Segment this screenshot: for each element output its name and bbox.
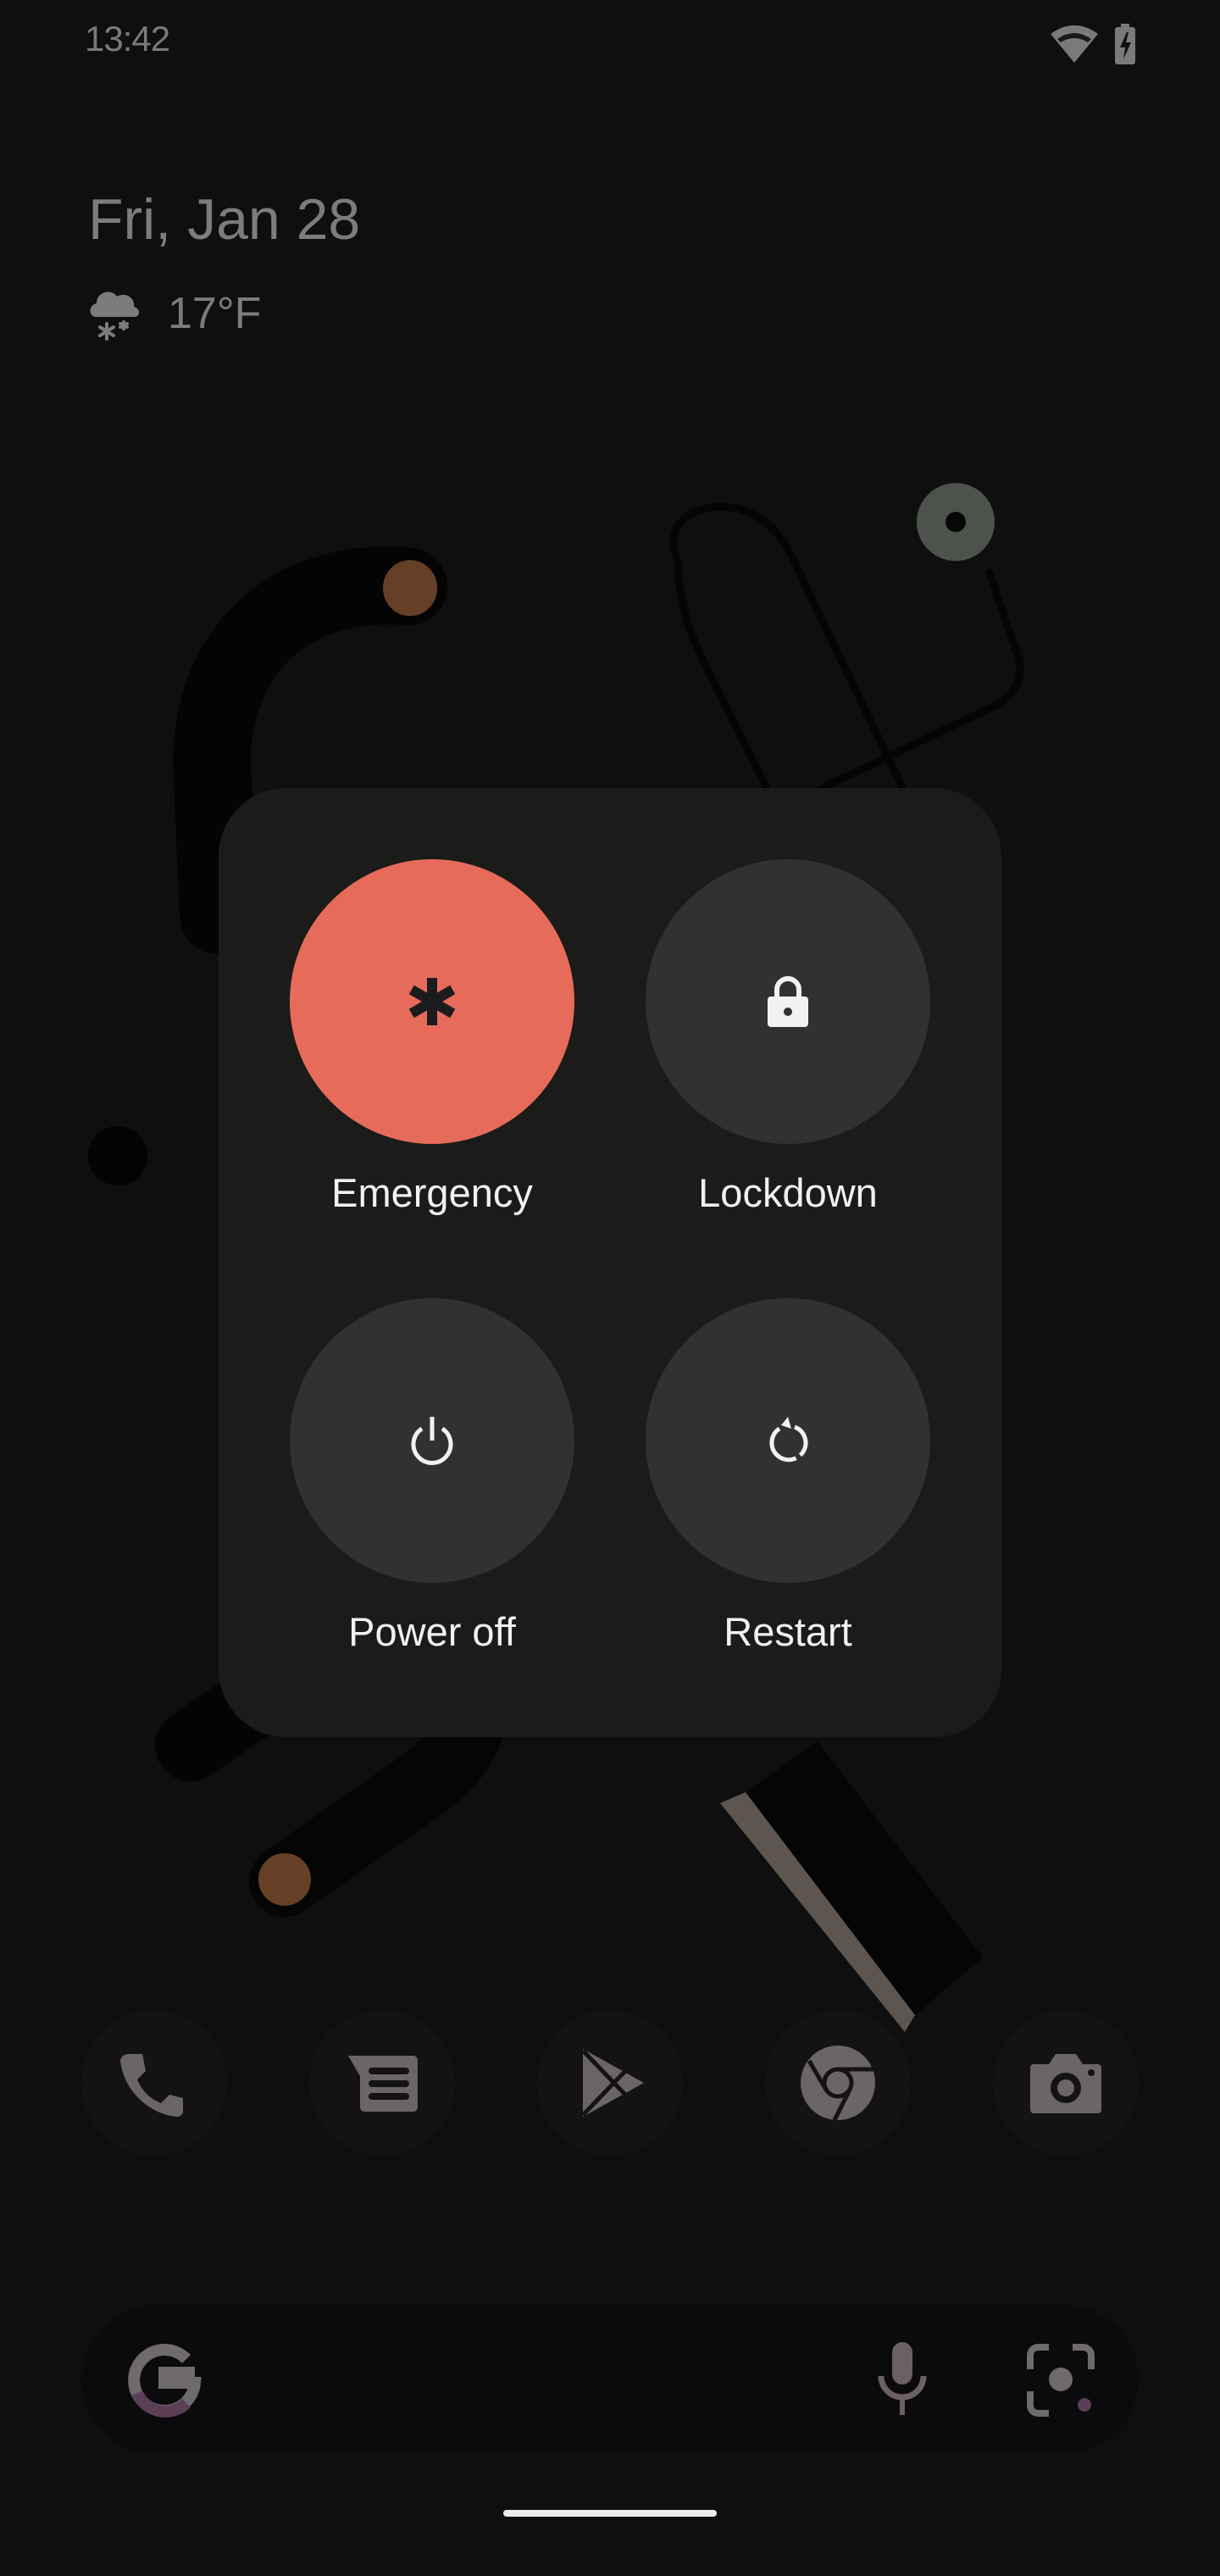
dock-app-messages[interactable]: [309, 2010, 455, 2156]
status-time: 13:42: [85, 19, 170, 58]
emergency-label: Emergency: [331, 1170, 533, 1215]
status-icons: [1047, 22, 1149, 66]
restart-icon: [769, 1417, 808, 1463]
camera-icon: [1030, 2054, 1101, 2113]
emergency-asterisk-icon: [408, 978, 456, 1025]
google-search-bar[interactable]: [81, 2305, 1139, 2454]
wallpaper-dot-black-round: [88, 1126, 147, 1185]
lock-icon: [768, 976, 808, 1027]
wallpaper-outline-pill: [669, 502, 919, 815]
phone-icon: [120, 2054, 183, 2117]
weather-temperature: 17°F: [168, 289, 262, 338]
emergency-button[interactable]: Emergency: [290, 859, 574, 1216]
power-off-button[interactable]: Power off: [290, 1298, 574, 1655]
power-off-label: Power off: [348, 1609, 516, 1654]
restart-button-circle[interactable]: [646, 1298, 930, 1583]
restart-label: Restart: [724, 1609, 852, 1654]
glance-date[interactable]: Fri, Jan 28: [88, 186, 360, 253]
dock-app-camera[interactable]: [993, 2010, 1139, 2156]
wallpaper-dot-brown-bottom: [253, 1848, 316, 1911]
gesture-nav-handle[interactable]: [503, 2510, 717, 2517]
lens-icon[interactable]: [1018, 2339, 1103, 2423]
messages-icon: [348, 2056, 418, 2112]
power-off-button-circle[interactable]: [290, 1298, 574, 1583]
dock-app-phone[interactable]: [81, 2010, 227, 2156]
lockdown-label: Lockdown: [698, 1170, 878, 1215]
microphone-icon[interactable]: [873, 2339, 932, 2423]
glance-weather[interactable]: 17°F: [88, 280, 261, 347]
wallpaper-dot-brown-top: [378, 555, 442, 621]
lockdown-button[interactable]: Lockdown: [646, 859, 930, 1216]
wallpaper-outline-pill-left: [674, 558, 784, 816]
power-menu-dialog: Emergency Lockdown Power off Restart: [219, 788, 1001, 1737]
wallpaper-outline-line: [809, 569, 1024, 797]
power-icon: [411, 1417, 453, 1465]
emergency-button-circle[interactable]: [290, 859, 574, 1144]
dock-app-chrome[interactable]: [765, 2010, 911, 2156]
google-g-icon[interactable]: [125, 2342, 202, 2418]
wifi-icon: [1051, 25, 1098, 63]
lockdown-button-circle[interactable]: [646, 859, 930, 1144]
battery-charging-icon: [1115, 24, 1135, 64]
restart-button[interactable]: Restart: [646, 1298, 930, 1655]
snow-cloud-icon: [90, 291, 139, 341]
chrome-icon: [801, 2046, 875, 2122]
dock-app-play-store[interactable]: [537, 2010, 683, 2156]
wallpaper-ring-hole: [946, 512, 966, 532]
play-store-icon: [581, 2049, 644, 2117]
